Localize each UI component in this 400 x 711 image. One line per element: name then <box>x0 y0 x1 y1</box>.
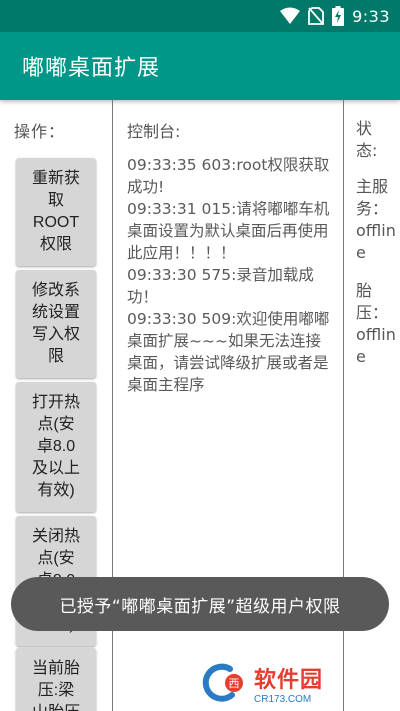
status-label: 状态: <box>356 119 378 160</box>
operations-label: 操作： <box>14 122 66 141</box>
status-entry-value: offline <box>356 325 396 366</box>
toast-message: 已授予“嘟嘟桌面扩展”超级用户权限 <box>11 577 389 631</box>
wifi-icon <box>280 7 301 24</box>
console-label: 控制台: <box>127 122 181 141</box>
log-entry: 09:33:35 603:root权限获取成功! <box>127 156 330 196</box>
app-title: 嘟嘟桌面扩展 <box>22 56 161 81</box>
no-sim-icon <box>308 7 324 25</box>
app-bar: 嘟嘟桌面扩展 <box>0 32 400 100</box>
console-log: 09:33:35 603:root权限获取成功! 09:33:31 015:请将… <box>127 154 333 396</box>
status-bar: 9:33 <box>0 0 400 32</box>
status-entry-name: 胎压 <box>356 281 373 322</box>
open-hotspot-button[interactable]: 打开热 点(安 卓8.0 及以上 有效) <box>16 382 96 512</box>
watermark: 西 软件园 CR173.COM <box>202 660 382 706</box>
status-time: 9:33 <box>352 6 390 26</box>
status-tire-pressure: 胎压：offline <box>356 281 396 366</box>
tire-pressure-button[interactable]: 当前胎 压:梁 山胎压 <box>16 648 96 711</box>
status-entry-value: offline <box>356 221 396 262</box>
status-entry-name: 主服务 <box>356 177 389 218</box>
status-main-service: 主服务：offline <box>356 177 396 262</box>
svg-text:西: 西 <box>229 677 240 690</box>
status-entries: 主服务：offline 胎压：offline <box>356 176 396 384</box>
watermark-brand: 软件园 <box>254 667 324 693</box>
status-icons: 9:33 <box>280 6 390 26</box>
log-entry: 09:33:31 015:请将嘟嘟车机桌面设置为默认桌面后再使用此应用！！！！ <box>127 200 330 262</box>
battery-charging-icon <box>332 6 345 26</box>
log-entry: 09:33:30 575:录音加载成功！ <box>127 266 314 306</box>
system-settings-permission-button[interactable]: 修改系 统设置 写入权 限 <box>16 270 96 378</box>
reacquire-root-button[interactable]: 重新获 取 ROOT 权限 <box>16 158 96 266</box>
log-entry: 09:33:30 509:欢迎使用嘟嘟桌面扩展~~~如果无法连接桌面，请尝试降级… <box>127 310 330 394</box>
watermark-url: CR173.COM <box>254 693 312 705</box>
watermark-logo-icon: 西 <box>202 663 250 703</box>
